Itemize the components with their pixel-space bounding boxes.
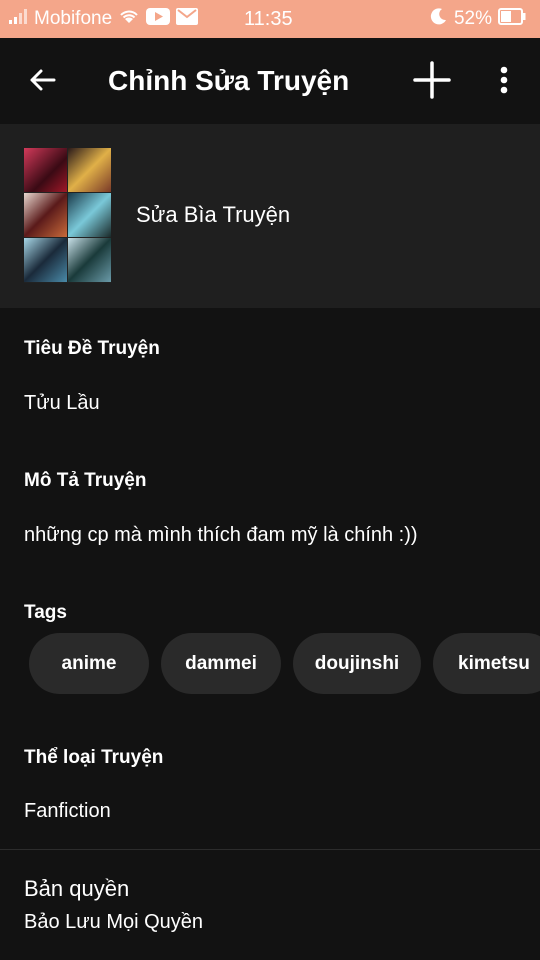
more-vertical-icon xyxy=(500,66,508,99)
cover-thumbnail[interactable] xyxy=(24,148,111,283)
genre-field[interactable]: Fanfiction xyxy=(24,800,111,823)
add-chapter-button[interactable] xyxy=(408,58,456,106)
signal-icon xyxy=(8,8,28,30)
gmail-icon xyxy=(176,7,199,31)
cover-tile xyxy=(68,193,111,237)
arrow-left-icon xyxy=(28,66,56,99)
divider xyxy=(0,849,540,850)
tag-chip-dammei[interactable]: dammei xyxy=(161,633,281,694)
tag-chip-kimetsu[interactable]: kimetsu xyxy=(433,633,540,694)
back-button[interactable] xyxy=(22,62,62,102)
app-bar: Chỉnh Sửa Truyện xyxy=(0,38,540,124)
cover-tile xyxy=(68,148,111,192)
battery-icon xyxy=(498,7,526,31)
more-options-button[interactable] xyxy=(488,62,520,102)
plus-icon xyxy=(413,60,451,104)
story-title-field[interactable]: Tửu Lầu xyxy=(24,392,100,415)
status-bar: Mobifone 11:35 52% xyxy=(0,0,540,38)
battery-percent: 52% xyxy=(453,8,492,29)
cover-tile xyxy=(24,148,67,192)
edit-cover-row[interactable]: Sửa Bìa Truyện xyxy=(0,124,540,308)
carrier-name: Mobifone xyxy=(34,8,113,29)
story-description-label: Mô Tả Truyện xyxy=(24,470,147,491)
cover-tile xyxy=(68,238,111,282)
cover-tile xyxy=(24,238,67,282)
copyright-value: Bảo Lưu Mọi Quyền xyxy=(24,911,204,933)
copyright-label: Bản quyền xyxy=(24,876,130,901)
moon-icon xyxy=(430,7,448,31)
genre-label: Thể loại Truyện xyxy=(24,747,164,768)
story-description-field[interactable]: những cp mà mình thích đam mỹ là chính :… xyxy=(24,524,418,547)
tags-label: Tags xyxy=(24,602,67,623)
wifi-icon xyxy=(118,8,140,30)
page-title: Chỉnh Sửa Truyện xyxy=(108,65,350,96)
clock: 11:35 xyxy=(244,8,293,30)
edit-cover-label[interactable]: Sửa Bìa Truyện xyxy=(136,202,290,228)
cover-tile xyxy=(24,193,67,237)
youtube-icon xyxy=(146,7,171,31)
story-title-label: Tiêu Đề Truyện xyxy=(24,338,160,359)
tag-chip-anime[interactable]: anime xyxy=(29,633,149,694)
tag-chip-doujinshi[interactable]: doujinshi xyxy=(293,633,421,694)
